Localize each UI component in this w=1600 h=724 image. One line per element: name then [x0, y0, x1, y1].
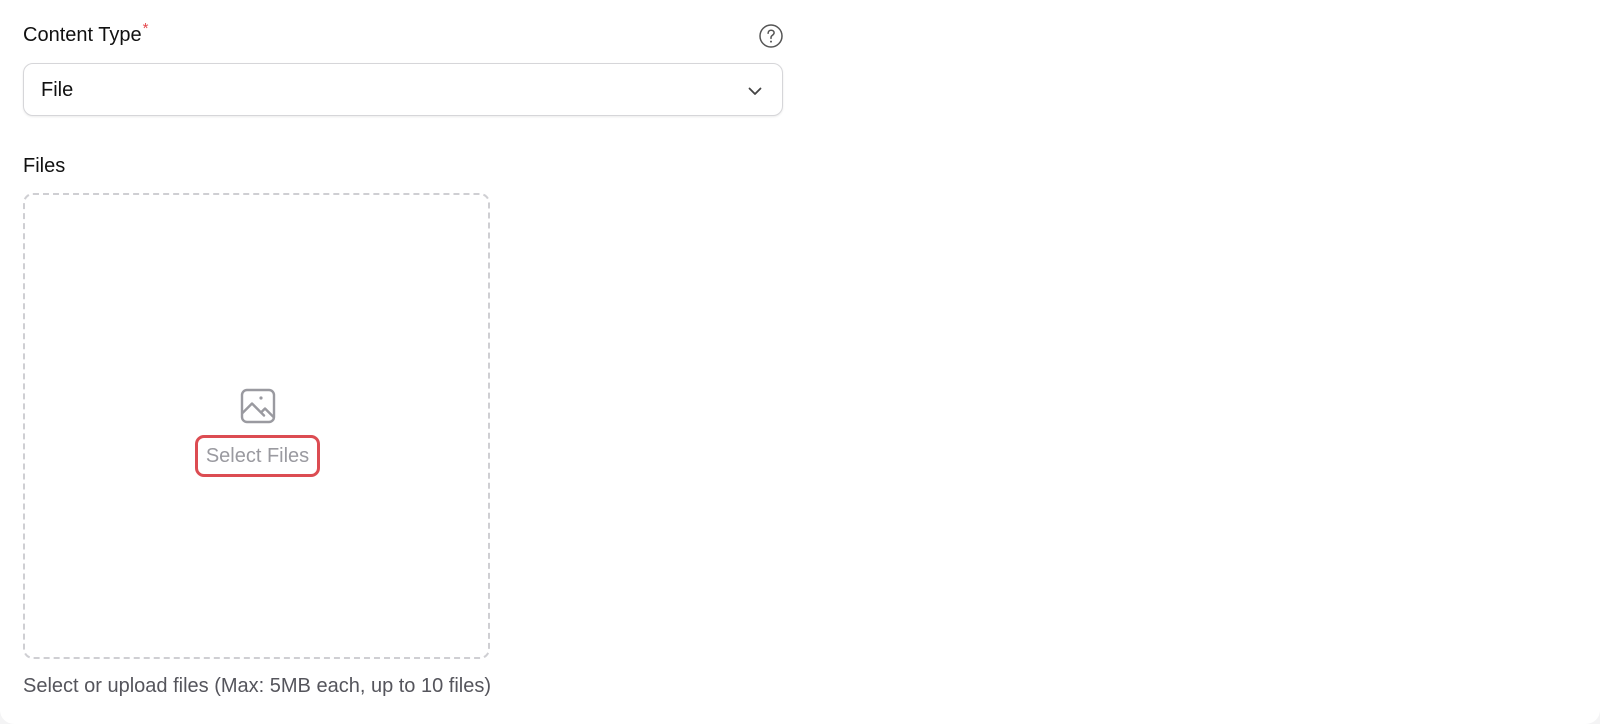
- required-star: *: [142, 20, 149, 37]
- file-dropzone[interactable]: Select Files: [23, 193, 490, 659]
- content-type-label: Content Type*: [23, 20, 148, 47]
- files-label: Files: [23, 155, 66, 177]
- content-type-label-row: Content Type*: [23, 20, 783, 52]
- question-circle-icon[interactable]: [759, 24, 783, 48]
- chevron-down-icon: [746, 82, 764, 100]
- content-type-select[interactable]: File: [23, 63, 783, 116]
- content-form-panel: Content Type* File Files Select Files Se…: [0, 0, 1600, 724]
- image-icon: [240, 388, 276, 424]
- select-files-button[interactable]: Select Files: [195, 435, 320, 477]
- content-type-selected-value: File: [41, 79, 74, 101]
- content-type-label-text: Content Type: [23, 24, 142, 46]
- upload-helper-text: Select or upload files (Max: 5MB each, u…: [23, 675, 492, 697]
